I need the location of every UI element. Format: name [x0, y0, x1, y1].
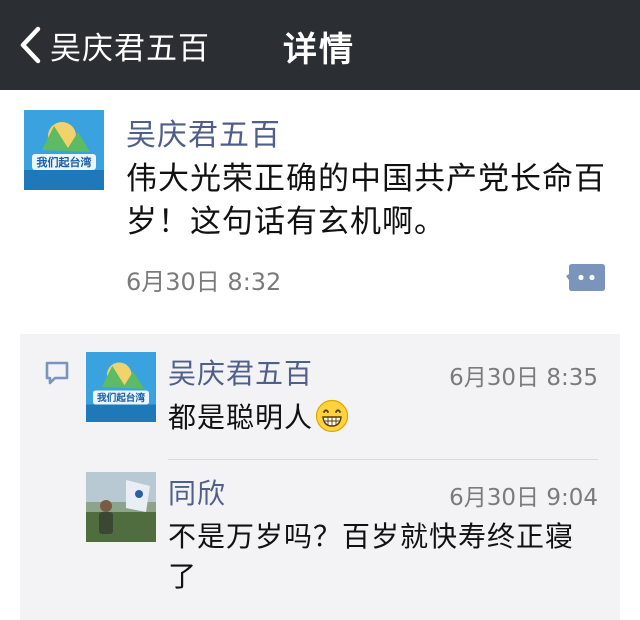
comment-text-content: 都是聪明人: [168, 401, 314, 434]
comment-author[interactable]: 吴庆君五百: [168, 352, 313, 392]
comment-avatar[interactable]: [86, 472, 156, 542]
comment-time: 6月30日 8:35: [449, 365, 598, 391]
chevron-left-icon: [20, 26, 41, 64]
avatar-text: 我们起台湾: [37, 155, 92, 169]
post-text: 伟大光荣正确的中国共产党长命百岁！这句话有玄机啊。: [126, 161, 606, 240]
comment-divider: [168, 459, 598, 460]
avatar-image: 我们起台湾: [86, 352, 156, 422]
grin-emoji-icon: [315, 399, 349, 433]
avatar-image: 我们起台湾: [24, 110, 104, 190]
comment-text: 不是万岁吗？百岁就快寿终正寝了: [168, 520, 575, 593]
post-author[interactable]: 吴庆君五百: [126, 110, 281, 154]
page-title: 详情: [283, 30, 355, 70]
avatar-image: [86, 472, 156, 542]
comment-button[interactable]: [566, 262, 606, 294]
comment-bubble-icon: [566, 264, 605, 291]
back-button[interactable]: 吴庆君五百: [18, 20, 210, 70]
comments-icon: [45, 361, 69, 385]
comment-text: 都是聪明人: [168, 398, 588, 438]
back-label: 吴庆君五百: [50, 30, 210, 67]
comment-author[interactable]: 同欣: [168, 472, 226, 512]
avatar-text: 我们起台湾: [97, 392, 145, 404]
post-time: 6月30日 8:32: [126, 268, 282, 296]
comment-time: 6月30日 9:04: [449, 485, 598, 511]
nav-bar: 吴庆君五百 详情: [0, 0, 640, 90]
comment-avatar[interactable]: 我们起台湾: [86, 352, 156, 422]
post-avatar[interactable]: 我们起台湾: [24, 110, 104, 190]
